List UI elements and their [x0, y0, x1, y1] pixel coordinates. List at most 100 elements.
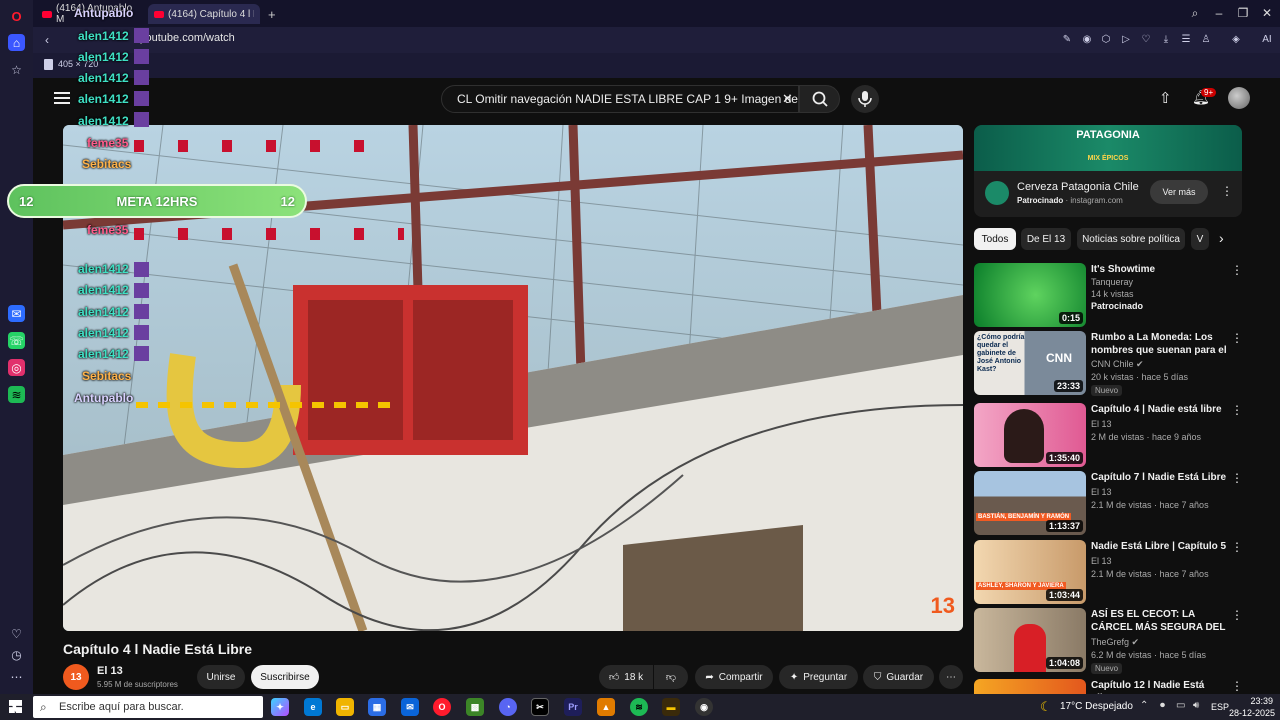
video-thumbnail: BASTIÁN, BENJAMÍN Y RAMÓN 1:13:37	[974, 471, 1086, 535]
search-tabs-icon[interactable]: ⌕	[1186, 5, 1204, 21]
history-icon[interactable]: ◷	[8, 646, 25, 663]
ad-card[interactable]: PATAGONIA MIX ÉPICOS Cerveza Patagonia C…	[974, 125, 1242, 217]
chip-noticias[interactable]: Noticias sobre política	[1077, 228, 1185, 250]
url-field[interactable]: youtube.com/watch	[140, 32, 235, 44]
search-input[interactable]: CL Omitir navegación NADIE ESTA LIBRE CA…	[441, 85, 799, 113]
list-item[interactable]: Capítulo 12 l Nadie Está Libre ⋮	[974, 679, 1264, 694]
dislike-button[interactable]: 👎︎	[654, 665, 688, 689]
play-icon[interactable]: ▷	[1119, 33, 1133, 47]
taskbar-search-input[interactable]: Escribe aquí para buscar.	[33, 696, 263, 718]
menu-icon[interactable]: ☰	[1179, 33, 1193, 47]
opera-logo-icon[interactable]: O	[8, 8, 25, 25]
list-item[interactable]: BASTIÁN, BENJAMÍN Y RAMÓN 1:13:37 Capítul…	[974, 471, 1264, 535]
chat-username: alen1412	[78, 29, 129, 43]
tab-capitulo-4[interactable]: (4164) Capítulo 4 l Nadie	[148, 4, 260, 24]
minecraft-icon[interactable]: ▩	[466, 698, 484, 716]
edit-icon[interactable]: ✎	[1060, 33, 1074, 47]
discord-icon[interactable]: ◔	[499, 698, 517, 716]
hamburger-icon[interactable]	[54, 92, 70, 104]
chip-todos[interactable]: Todos	[974, 228, 1016, 250]
home-icon[interactable]: ⌂	[8, 34, 25, 51]
file-explorer-icon[interactable]: ▭	[336, 698, 354, 716]
edge-icon[interactable]: e	[304, 698, 322, 716]
store-icon[interactable]: ▦	[368, 698, 386, 716]
chat-username: alen1412	[78, 114, 129, 128]
copilot-icon[interactable]: ✦	[271, 698, 289, 716]
opera-taskbar-icon[interactable]: O	[433, 698, 451, 716]
like-button[interactable]: 👍︎ 18 k	[599, 665, 653, 689]
heart-icon[interactable]: ♡	[8, 625, 25, 642]
channel-avatar[interactable]: 13	[63, 664, 89, 690]
sparkle-icon: ✦	[789, 671, 799, 683]
video-title: Capítulo 4 | Nadie está libre	[1091, 404, 1222, 415]
more-icon[interactable]: ⋮	[1231, 540, 1243, 554]
ad-cta-button[interactable]: Ver más	[1150, 180, 1208, 204]
volume-icon[interactable]: 🔊︎	[1193, 700, 1199, 711]
more-icon[interactable]: ⋮	[1231, 608, 1243, 622]
list-item[interactable]: 0:15 It's Showtime Tanqueray 14 k vistas…	[974, 263, 1264, 327]
list-item[interactable]: 1:04:08 ASÍ ES EL CECOT: LA CÁRCEL MÁS S…	[974, 608, 1264, 674]
upload-icon[interactable]: ⇧	[1159, 89, 1172, 107]
more-actions-button[interactable]: ⋯	[939, 665, 963, 689]
thumbs-up-icon: 👍︎	[608, 672, 620, 683]
instagram-icon[interactable]: ◎	[8, 359, 25, 376]
more-icon[interactable]: ⋮	[1231, 403, 1243, 417]
more-icon[interactable]: ⋮	[1231, 331, 1243, 345]
share-button[interactable]: ➦ Compartir	[695, 665, 773, 689]
spotify-icon[interactable]: ≋	[8, 386, 25, 403]
avatar[interactable]	[1228, 87, 1250, 109]
minimize-button[interactable]: –	[1210, 5, 1228, 21]
more-icon[interactable]: ⋮	[1231, 471, 1243, 485]
star-icon[interactable]: ☆	[8, 61, 25, 78]
premiere-icon[interactable]: Pr	[564, 698, 582, 716]
ai-button[interactable]: AI	[1256, 33, 1278, 47]
vlc-icon[interactable]: ▲	[597, 698, 615, 716]
ad-more-icon[interactable]: ⋮	[1221, 184, 1233, 198]
mail-icon[interactable]: ✉	[401, 698, 419, 716]
clock-time[interactable]: 23:39	[1233, 696, 1273, 706]
heart-outline-icon[interactable]: ♡	[1139, 33, 1153, 47]
capcut-icon[interactable]: ✂	[531, 698, 549, 716]
subscribe-button[interactable]: Suscribirse	[251, 665, 319, 689]
search-button[interactable]	[799, 85, 840, 113]
more-icon[interactable]: ⋮	[1231, 263, 1243, 277]
chevron-right-icon[interactable]: ›	[1219, 230, 1224, 246]
ask-button[interactable]: ✦ Preguntar	[779, 665, 858, 689]
messenger-icon[interactable]: ✉	[8, 305, 25, 322]
list-item[interactable]: ¿Cómo podría quedar el gabinete de José …	[974, 331, 1264, 396]
camera-icon[interactable]: ◉	[1080, 33, 1094, 47]
clear-search-icon[interactable]: ✕	[782, 91, 793, 107]
obs-icon[interactable]: ◉	[695, 698, 713, 716]
media-app-icon[interactable]: ▬	[662, 698, 680, 716]
channel-name[interactable]: El 13	[97, 665, 123, 677]
join-button[interactable]: Unirse	[197, 665, 245, 689]
profile-icon[interactable]: ♙	[1199, 33, 1213, 47]
spotify-taskbar-icon[interactable]: ≋	[630, 698, 648, 716]
save-button[interactable]: ⛉ Guardar	[863, 665, 934, 689]
voice-search-button[interactable]	[851, 85, 879, 113]
tab-label: (4164) Capítulo 4 l Nadie	[168, 8, 254, 20]
maximize-button[interactable]: ❐	[1234, 5, 1252, 21]
shield-icon[interactable]: ⬡	[1099, 33, 1113, 47]
mic-tray-icon[interactable]: ⏺	[1160, 700, 1165, 711]
list-item[interactable]: ASHLEY, SHARON Y JAVIERA 1:03:44 Nadie Es…	[974, 540, 1264, 604]
chip-label: Noticias sobre política	[1082, 233, 1180, 245]
cube-icon[interactable]: ◈	[1229, 33, 1243, 47]
close-window-button[interactable]: ✕	[1258, 5, 1276, 21]
video-title: Capítulo 12 l Nadie Está Libre	[1091, 680, 1205, 694]
new-tab-button[interactable]: +	[262, 4, 282, 24]
chevron-up-icon[interactable]: ⌃	[1140, 700, 1148, 711]
chip-v[interactable]: V	[1191, 228, 1209, 250]
more-icon[interactable]: ⋮	[1231, 679, 1243, 693]
badge-column	[134, 28, 149, 128]
whatsapp-icon[interactable]: ☏	[8, 332, 25, 349]
clock-date[interactable]: 28-12-2025	[1225, 708, 1275, 718]
chip-de-el-13[interactable]: De El 13	[1021, 228, 1071, 250]
more-icon[interactable]: ⋯	[8, 668, 25, 685]
channel-name-text: TheGrefg	[1091, 637, 1130, 647]
download-icon[interactable]: ⤓	[1159, 33, 1173, 47]
back-icon[interactable]: ‹	[40, 33, 54, 47]
network-icon[interactable]: ▭	[1176, 700, 1185, 711]
weather-text[interactable]: 17°C Despejado	[1060, 701, 1133, 712]
list-item[interactable]: 1:35:40 Capítulo 4 | Nadie está libre El…	[974, 403, 1264, 467]
